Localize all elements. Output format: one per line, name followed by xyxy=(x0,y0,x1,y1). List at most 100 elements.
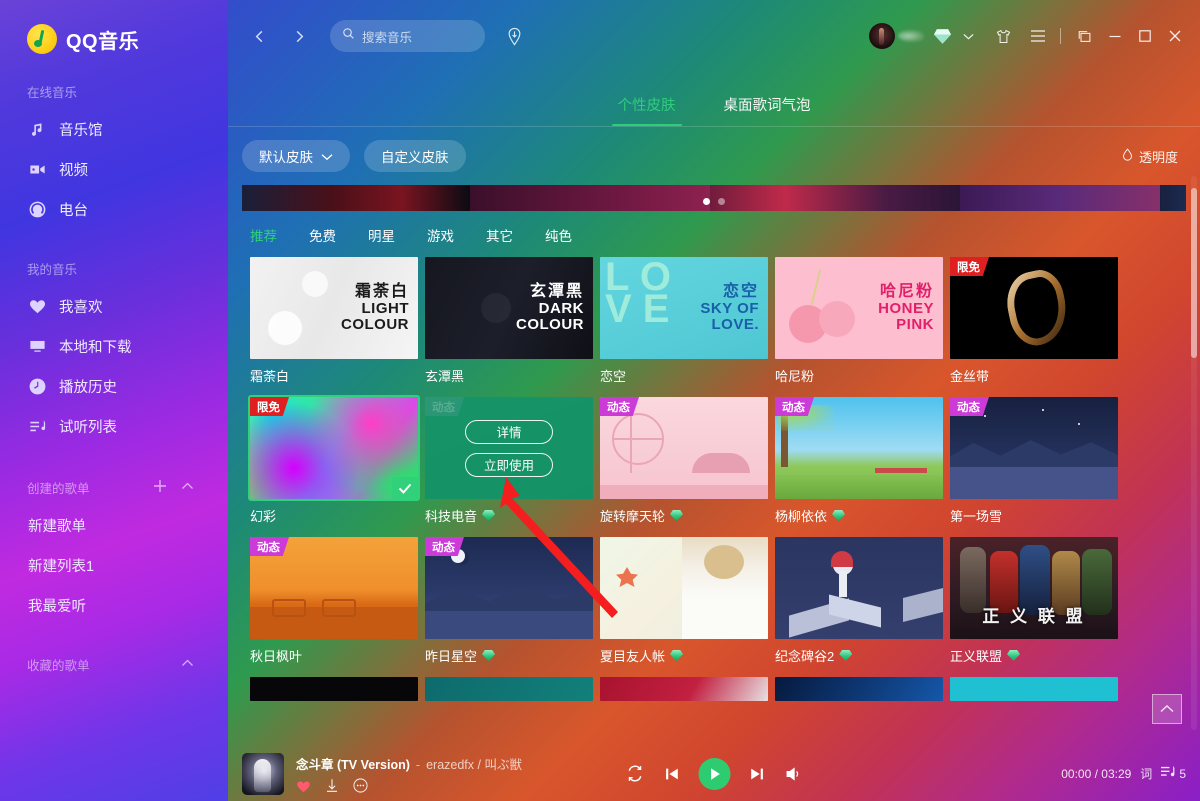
skin-thumbnail: 正 义 联 盟 xyxy=(950,537,1118,639)
skin-card[interactable]: 动态 昨日星空 xyxy=(425,537,593,665)
skin-card-label: 秋日枫叶 xyxy=(250,646,418,665)
skin-name: 秋日枫叶 xyxy=(250,649,303,664)
sidebar-group-title-mine: 我的音乐 xyxy=(0,259,228,278)
chevron-up-icon[interactable] xyxy=(181,480,194,496)
skin-card-hovered[interactable]: 动态 详情 立即使用 科技电音 xyxy=(425,397,593,525)
chevron-right-icon[interactable] xyxy=(286,23,312,49)
skin-card[interactable]: 霜荼白 LIGHT COLOUR 霜荼白 xyxy=(250,257,418,385)
heart-filled-icon[interactable] xyxy=(296,779,311,793)
category-star[interactable]: 明星 xyxy=(368,225,395,245)
scroll-to-top-button[interactable] xyxy=(1152,694,1182,724)
sidebar-item-music-hall[interactable]: 音乐馆 xyxy=(0,109,228,149)
green-diamond-icon[interactable] xyxy=(929,23,955,49)
play-queue-button[interactable]: 5 xyxy=(1161,765,1186,782)
skin-badge: 动态 xyxy=(425,537,464,556)
skin-card[interactable] xyxy=(950,677,1118,701)
sidebar-item-local-downloads[interactable]: 本地和下载 xyxy=(0,326,228,366)
top-bar: 搜索音乐 xyxy=(228,0,1200,72)
tshirt-skin-icon[interactable] xyxy=(990,23,1016,49)
vertical-scrollbar[interactable] xyxy=(1191,176,1197,730)
skin-card[interactable]: 动态 第一场雪 xyxy=(950,397,1118,525)
skin-card[interactable] xyxy=(775,677,943,701)
plus-icon[interactable] xyxy=(153,479,167,496)
chevron-left-icon[interactable] xyxy=(246,23,272,49)
banner-dot[interactable] xyxy=(703,198,710,205)
banner-dot[interactable] xyxy=(718,198,725,205)
avatar[interactable] xyxy=(869,23,895,49)
close-icon[interactable] xyxy=(1160,21,1190,51)
skin-card[interactable]: 动态 秋日枫叶 xyxy=(250,537,418,665)
playlist-label: 新建列表1 xyxy=(28,558,95,575)
playlist-icon xyxy=(28,417,47,436)
chevron-down-icon[interactable] xyxy=(955,23,981,49)
banner-slide[interactable] xyxy=(242,185,470,211)
previous-track-icon[interactable] xyxy=(663,765,681,783)
banner-carousel[interactable] xyxy=(242,185,1186,211)
hamburger-menu-icon[interactable] xyxy=(1025,23,1051,49)
skin-card[interactable]: 玄潭黑 DARK COLOUR 玄潭黑 xyxy=(425,257,593,385)
skin-card-selected[interactable]: 限免 幻彩 xyxy=(248,395,420,525)
play-button[interactable] xyxy=(698,757,731,790)
search-input[interactable]: 搜索音乐 xyxy=(330,20,485,52)
skin-use-now-button[interactable]: 立即使用 xyxy=(465,452,553,477)
banner-slide[interactable] xyxy=(470,185,710,211)
category-recommended[interactable]: 推荐 xyxy=(250,225,277,245)
default-skin-dropdown[interactable]: 默认皮肤 xyxy=(242,140,350,172)
minimize-icon[interactable] xyxy=(1100,21,1130,51)
skin-badge: 动态 xyxy=(950,397,989,416)
tab-personal-skin[interactable]: 个性皮肤 xyxy=(611,94,682,126)
lyrics-toggle[interactable]: 词 xyxy=(1140,765,1152,782)
artist-name[interactable]: erazedfx / 叫ぶ獣 xyxy=(426,754,522,773)
skin-card[interactable]: 动态 杨柳依依 xyxy=(775,397,943,525)
next-track-icon[interactable] xyxy=(749,765,767,783)
category-solid-color[interactable]: 纯色 xyxy=(545,225,572,245)
playlist-label: 我最爱听 xyxy=(28,598,86,615)
chevron-up-icon[interactable] xyxy=(181,657,194,673)
volume-icon[interactable] xyxy=(785,765,803,783)
sidebar-item-video[interactable]: 视频 xyxy=(0,149,228,189)
skin-card[interactable] xyxy=(425,677,593,701)
player-bar: 念斗章 (TV Version) - erazedfx / 叫ぶ獣 00:00 … xyxy=(228,746,1200,801)
repeat-icon[interactable] xyxy=(626,764,645,783)
sidebar-group-label: 在线音乐 xyxy=(27,86,78,100)
mini-mode-icon[interactable] xyxy=(1070,21,1100,51)
app-logo[interactable]: QQ音乐 xyxy=(0,0,228,54)
category-other[interactable]: 其它 xyxy=(486,225,513,245)
sidebar-playlist-item[interactable]: 我最爱听 xyxy=(0,585,228,625)
sidebar-item-radio[interactable]: 电台 xyxy=(0,189,228,229)
song-title[interactable]: 念斗章 (TV Version) xyxy=(296,754,410,773)
skin-card[interactable]: L OV E 恋空 SKY OF LOVE. 恋空 xyxy=(600,257,768,385)
banner-slide[interactable] xyxy=(710,185,960,211)
maximize-icon[interactable] xyxy=(1130,21,1160,51)
skin-thumbnail: 动态 xyxy=(950,397,1118,499)
skin-card[interactable]: 哈尼粉 HONEY PINK 哈尼粉 xyxy=(775,257,943,385)
skin-card[interactable] xyxy=(250,677,418,701)
skin-card[interactable]: 正 义 联 盟 正义联盟 xyxy=(950,537,1118,665)
transparency-control[interactable]: 透明度 xyxy=(1122,147,1184,166)
vip-swoosh-icon[interactable] xyxy=(895,25,929,47)
skin-card[interactable]: 动态 旋转摩天轮 xyxy=(600,397,768,525)
sidebar-item-favorites[interactable]: 我喜欢 xyxy=(0,286,228,326)
sidebar-group-title-favorites: 收藏的歌单 xyxy=(0,655,228,674)
download-circle-icon[interactable] xyxy=(501,23,527,49)
now-playing-cover[interactable] xyxy=(242,752,284,795)
banner-slide[interactable] xyxy=(1160,185,1186,211)
sidebar-playlist-item[interactable]: 新建歌单 xyxy=(0,505,228,545)
more-dots-icon[interactable] xyxy=(353,778,368,793)
sidebar-item-trial-list[interactable]: 试听列表 xyxy=(0,406,228,446)
skin-detail-button[interactable]: 详情 xyxy=(465,419,553,444)
skin-card[interactable]: 限免 金丝带 xyxy=(950,257,1118,385)
custom-skin-button[interactable]: 自定义皮肤 xyxy=(364,140,466,172)
banner-slide[interactable] xyxy=(960,185,1160,211)
skin-card[interactable]: 纪念碑谷2 xyxy=(775,537,943,665)
skin-card[interactable] xyxy=(600,677,768,701)
skin-card[interactable]: 夏目友人帐 xyxy=(600,537,768,665)
tab-desktop-lyric-bubble[interactable]: 桌面歌词气泡 xyxy=(724,94,811,126)
skin-card-label: 第一场雪 xyxy=(950,506,1118,525)
category-free[interactable]: 免费 xyxy=(309,225,336,245)
download-arrow-icon[interactable] xyxy=(325,778,339,793)
scrollbar-thumb[interactable] xyxy=(1191,188,1197,358)
category-game[interactable]: 游戏 xyxy=(427,225,454,245)
sidebar-item-play-history[interactable]: 播放历史 xyxy=(0,366,228,406)
sidebar-playlist-item[interactable]: 新建列表1 xyxy=(0,545,228,585)
